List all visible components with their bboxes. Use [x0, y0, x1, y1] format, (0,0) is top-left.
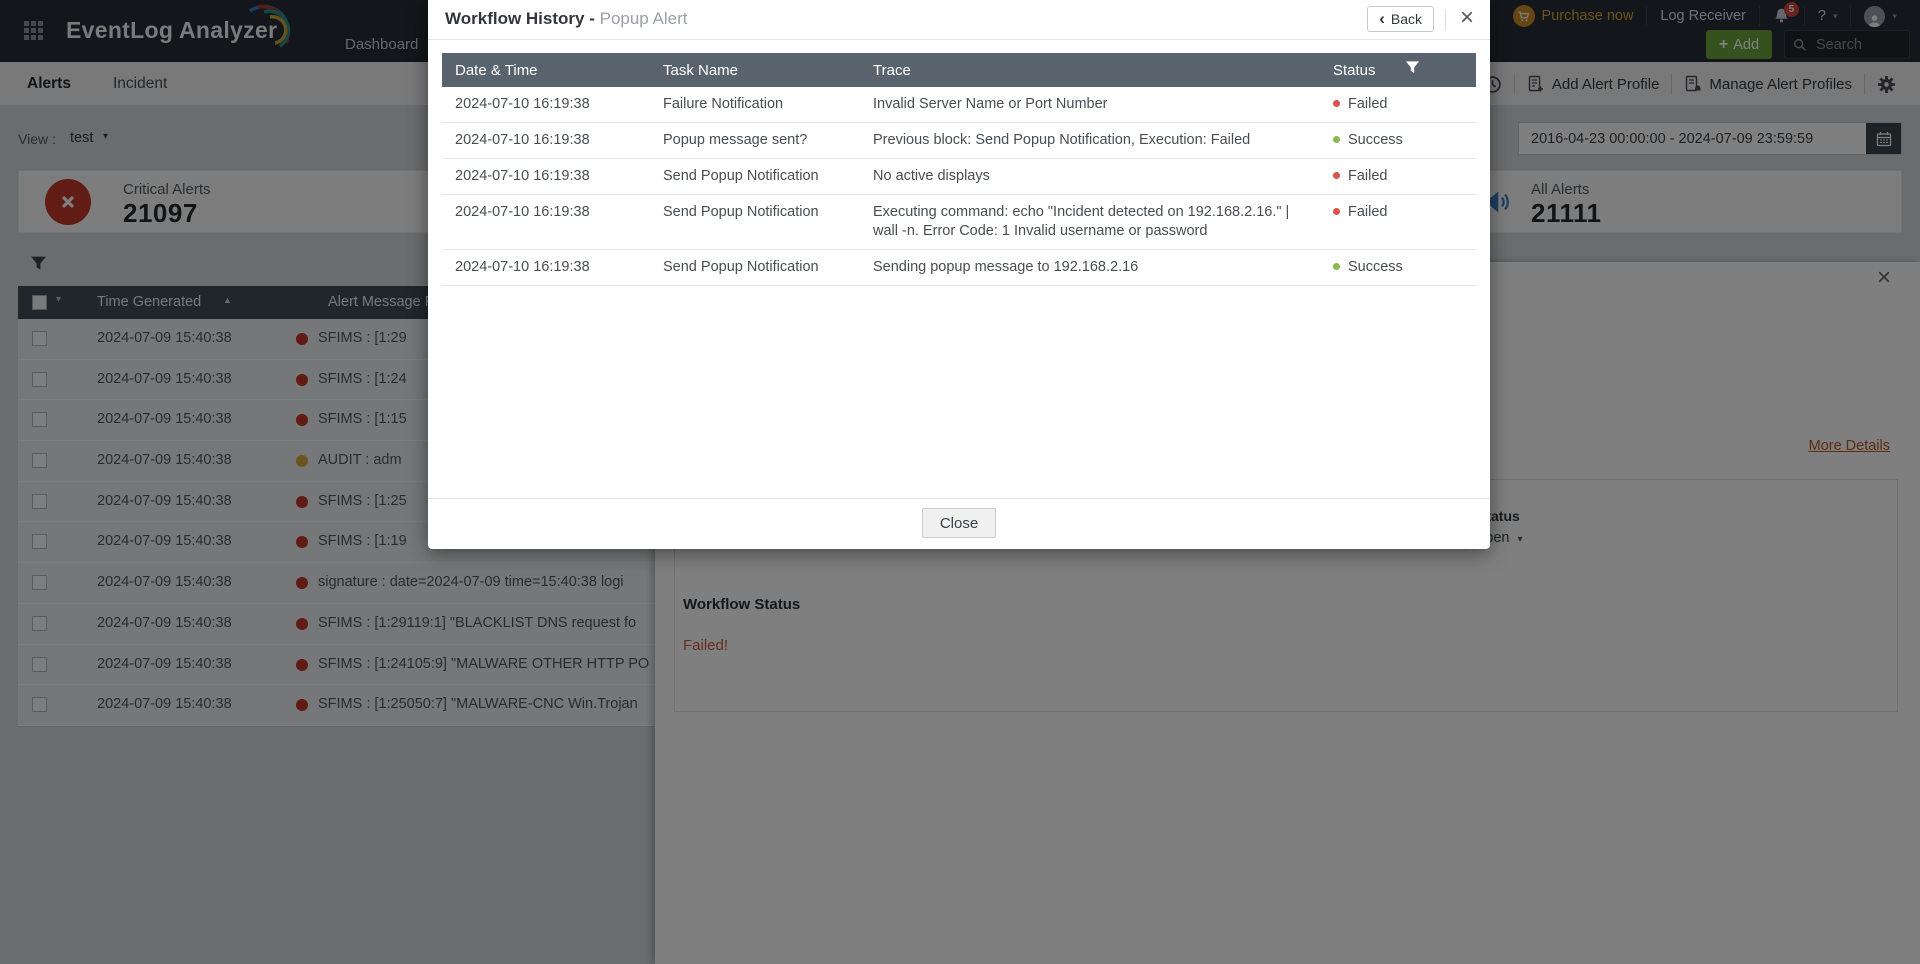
column-status[interactable]: Status: [1320, 62, 1476, 79]
modal-title-text: Workflow History -: [445, 9, 595, 28]
workflow-task: Send Popup Notification: [650, 203, 860, 241]
workflow-row: 2024-07-10 16:19:38Send Popup Notificati…: [442, 250, 1476, 286]
status-dot-icon: [1333, 208, 1340, 215]
column-status-label: Status: [1333, 62, 1376, 79]
modal-footer: Close: [428, 498, 1490, 549]
workflow-trace: Invalid Server Name or Port Number: [860, 95, 1320, 114]
workflow-status-cell: Failed: [1320, 95, 1476, 114]
workflow-row: 2024-07-10 16:19:38Failure NotificationI…: [442, 87, 1476, 123]
workflow-status-text: Failed: [1348, 96, 1388, 112]
header-divider: [1445, 10, 1446, 30]
workflow-status-cell: Success: [1320, 258, 1476, 277]
modal-subtitle: Popup Alert: [600, 9, 688, 28]
workflow-row: 2024-07-10 16:19:38Send Popup Notificati…: [442, 195, 1476, 250]
workflow-table-header: Date & Time Task Name Trace Status: [442, 53, 1476, 87]
workflow-datetime: 2024-07-10 16:19:38: [442, 131, 650, 150]
workflow-row: 2024-07-10 16:19:38Popup message sent?Pr…: [442, 123, 1476, 159]
workflow-task: Send Popup Notification: [650, 258, 860, 277]
filter-icon[interactable]: [1405, 60, 1420, 75]
workflow-status-text: Failed: [1348, 168, 1388, 184]
workflow-status-cell: Failed: [1320, 203, 1476, 241]
status-dot-icon: [1333, 263, 1340, 270]
workflow-history-modal: Workflow History - Popup Alert ‹ Back × …: [428, 0, 1490, 549]
close-icon[interactable]: ×: [1460, 4, 1474, 32]
eventlog-analyzer-app: EventLog Analyzer Dashboard Purchase now…: [0, 0, 1920, 964]
workflow-table: Date & Time Task Name Trace Status 2024-…: [442, 53, 1476, 286]
workflow-trace: Executing command: echo "Incident detect…: [860, 203, 1320, 241]
chevron-left-icon: ‹: [1379, 8, 1385, 30]
workflow-trace: Previous block: Send Popup Notification,…: [860, 131, 1320, 150]
workflow-task: Send Popup Notification: [650, 167, 860, 186]
back-button-label: Back: [1391, 11, 1422, 27]
workflow-datetime: 2024-07-10 16:19:38: [442, 203, 650, 241]
modal-header: Workflow History - Popup Alert ‹ Back ×: [428, 0, 1490, 40]
workflow-row: 2024-07-10 16:19:38Send Popup Notificati…: [442, 159, 1476, 195]
workflow-trace: No active displays: [860, 167, 1320, 186]
workflow-rows: 2024-07-10 16:19:38Failure NotificationI…: [442, 87, 1476, 286]
workflow-status-text: Failed: [1348, 204, 1388, 220]
modal-title: Workflow History - Popup Alert: [445, 9, 688, 29]
workflow-status-cell: Success: [1320, 131, 1476, 150]
workflow-status-text: Success: [1348, 132, 1403, 148]
status-dot-icon: [1333, 100, 1340, 107]
workflow-status-text: Success: [1348, 259, 1403, 275]
workflow-datetime: 2024-07-10 16:19:38: [442, 167, 650, 186]
workflow-task: Failure Notification: [650, 95, 860, 114]
workflow-status-cell: Failed: [1320, 167, 1476, 186]
workflow-datetime: 2024-07-10 16:19:38: [442, 258, 650, 277]
workflow-trace: Sending popup message to 192.168.2.16: [860, 258, 1320, 277]
workflow-datetime: 2024-07-10 16:19:38: [442, 95, 650, 114]
status-dot-icon: [1333, 172, 1340, 179]
close-button[interactable]: Close: [922, 508, 996, 538]
column-trace[interactable]: Trace: [860, 62, 1320, 79]
workflow-task: Popup message sent?: [650, 131, 860, 150]
column-task-name[interactable]: Task Name: [650, 62, 860, 79]
back-button[interactable]: ‹ Back: [1367, 6, 1434, 32]
column-date-time[interactable]: Date & Time: [442, 62, 650, 79]
status-dot-icon: [1333, 136, 1340, 143]
